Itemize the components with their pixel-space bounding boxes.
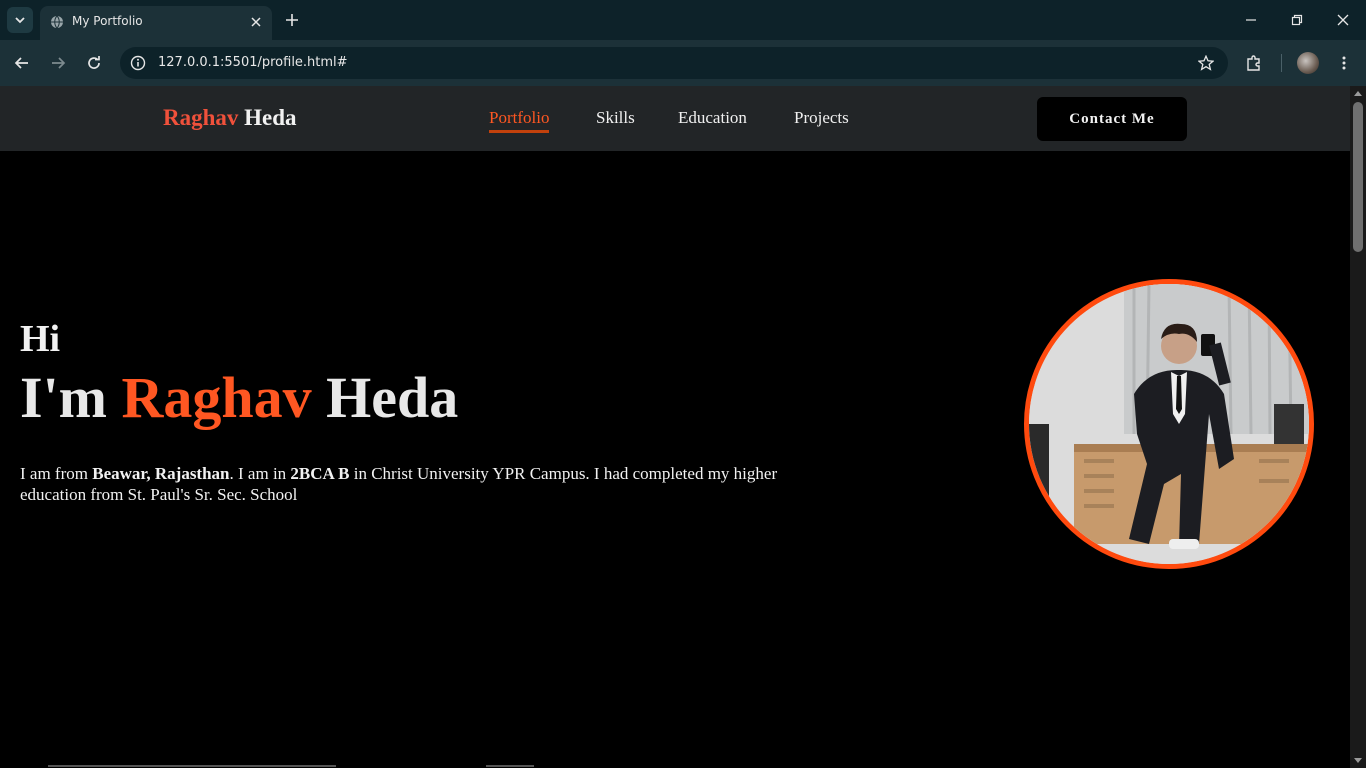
hero-title: I'm Raghav Heda xyxy=(20,364,458,431)
bio-hometown: Beawar, Rajasthan xyxy=(92,464,230,483)
nav-link-projects[interactable]: Projects xyxy=(794,108,849,128)
close-icon xyxy=(1337,14,1349,26)
tab-close-button[interactable] xyxy=(248,14,264,30)
hero-im: I'm xyxy=(20,365,107,430)
toolbar-divider xyxy=(1281,54,1282,72)
nav-link-education[interactable]: Education xyxy=(678,108,747,128)
tab-search-button[interactable] xyxy=(7,7,33,33)
site-logo[interactable]: Raghav Heda xyxy=(163,105,297,131)
arrow-right-icon xyxy=(52,57,66,69)
section-divider xyxy=(48,765,336,767)
chevron-down-icon xyxy=(15,17,25,24)
hero-greeting: Hi xyxy=(20,318,61,360)
reload-icon xyxy=(88,56,100,69)
scrollbar-thumb[interactable] xyxy=(1353,102,1363,252)
address-bar[interactable]: 127.0.0.1:5501/profile.html# xyxy=(120,47,1228,79)
site-info-button[interactable] xyxy=(128,53,148,73)
restore-button[interactable] xyxy=(1285,8,1309,32)
bio-class: 2BCA B xyxy=(290,464,350,483)
logo-last-name: Heda xyxy=(244,105,297,130)
globe-icon xyxy=(51,15,63,29)
scroll-down-arrow[interactable] xyxy=(1354,758,1362,763)
hero-first-name: Raghav xyxy=(121,365,312,430)
profile-avatar[interactable] xyxy=(1297,52,1319,74)
minimize-icon xyxy=(1246,19,1256,21)
new-tab-button[interactable] xyxy=(282,10,302,30)
browser-toolbar: 127.0.0.1:5501/profile.html# xyxy=(0,40,1366,86)
reload-button[interactable] xyxy=(82,51,106,75)
extensions-button[interactable] xyxy=(1242,51,1266,75)
bookmark-button[interactable] xyxy=(1196,53,1216,73)
nav-link-portfolio[interactable]: Portfolio xyxy=(489,108,550,133)
close-window-button[interactable] xyxy=(1331,8,1355,32)
arrow-left-icon xyxy=(14,57,28,69)
page-scrollbar[interactable] xyxy=(1350,86,1366,768)
bio-text-2: . I am in xyxy=(229,464,291,483)
minimize-button[interactable] xyxy=(1239,8,1263,32)
hero-bio: I am from Beawar, Rajasthan. I am in 2BC… xyxy=(20,463,810,505)
star-icon xyxy=(1198,55,1214,71)
logo-first-name: Raghav xyxy=(163,105,239,130)
more-vertical-icon xyxy=(1342,56,1346,70)
plus-icon xyxy=(286,14,298,26)
browser-menu-button[interactable] xyxy=(1332,51,1356,75)
url-text[interactable]: 127.0.0.1:5501/profile.html# xyxy=(158,55,348,70)
browser-tab[interactable]: My Portfolio xyxy=(40,6,272,40)
close-icon xyxy=(251,17,261,27)
profile-photo-image xyxy=(1029,284,1309,564)
contact-me-button[interactable]: Contact Me xyxy=(1037,97,1187,141)
site-header: Raghav Heda Portfolio Skills Education P… xyxy=(0,86,1350,151)
restore-icon xyxy=(1291,14,1303,26)
tab-title: My Portfolio xyxy=(72,14,143,28)
browser-tab-strip: My Portfolio xyxy=(0,0,1366,40)
hero-last-name: Heda xyxy=(326,365,459,430)
profile-photo xyxy=(1024,279,1314,569)
page-viewport: Raghav Heda Portfolio Skills Education P… xyxy=(0,86,1366,768)
bio-text-1: I am from xyxy=(20,464,93,483)
scroll-up-arrow[interactable] xyxy=(1354,91,1362,96)
nav-link-skills[interactable]: Skills xyxy=(596,108,635,128)
section-divider xyxy=(486,765,534,767)
forward-button[interactable] xyxy=(46,51,70,75)
puzzle-icon xyxy=(1247,55,1260,71)
back-button[interactable] xyxy=(10,51,34,75)
info-icon xyxy=(130,55,146,71)
